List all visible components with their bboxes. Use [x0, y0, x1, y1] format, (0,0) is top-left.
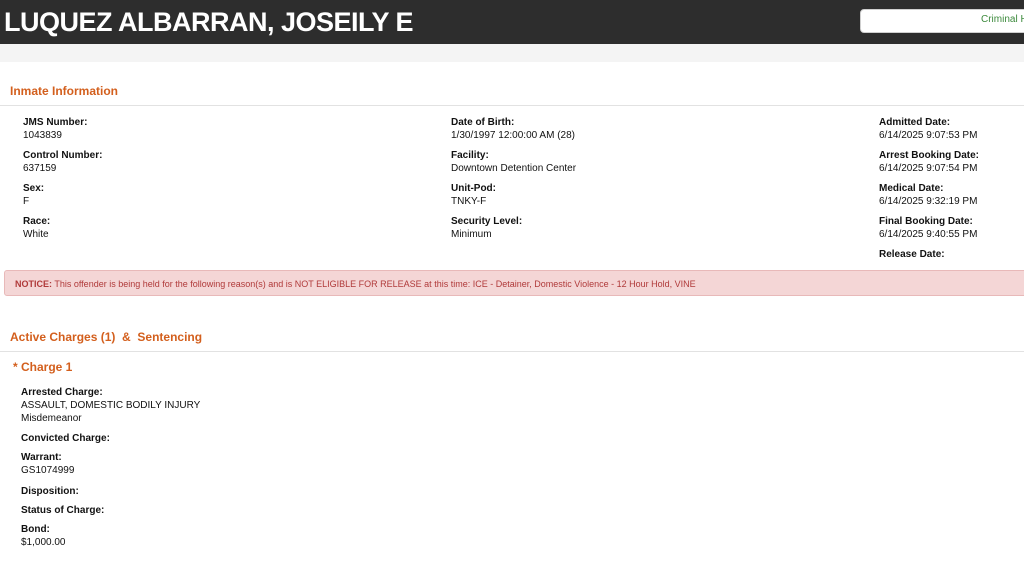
- warrant-label: Warrant:: [21, 452, 62, 463]
- admitted-date-value: 6/14/2025 9:07:53 PM: [879, 130, 978, 141]
- sentencing-label: Sentencing: [137, 330, 203, 344]
- race-value: White: [23, 229, 49, 240]
- charge-heading: * Charge 1: [13, 360, 73, 374]
- unit-pod-value: TNKY-F: [451, 196, 487, 207]
- sex-field: Sex: F: [23, 182, 44, 208]
- bond-value: $1,000.00: [21, 537, 66, 548]
- arrest-booking-date-field: Arrest Booking Date: 6/14/2025 9:07:54 P…: [879, 149, 979, 175]
- convicted-charge-field: Convicted Charge:: [21, 432, 110, 445]
- disposition-field: Disposition:: [21, 485, 79, 498]
- security-level-label: Security Level:: [451, 216, 523, 227]
- control-number-label: Control Number:: [23, 150, 103, 161]
- arrested-charge-field: Arrested Charge: ASSAULT, DOMESTIC BODIL…: [21, 386, 200, 425]
- notice-text: This offender is being held for the foll…: [52, 279, 696, 289]
- facility-value: Downtown Detention Center: [451, 163, 577, 174]
- sub-bar: [0, 44, 1024, 62]
- admitted-date-field: Admitted Date: 6/14/2025 9:07:53 PM: [879, 116, 977, 142]
- inmate-information-title: Inmate Information: [10, 84, 119, 98]
- active-charges-title: Active Charges (1) & Sentencing: [10, 330, 202, 344]
- notice-prefix: NOTICE:: [15, 279, 52, 289]
- dob-field: Date of Birth: 1/30/1997 12:00:00 AM (28…: [451, 116, 575, 142]
- criminal-history-button-label: Criminal H: [981, 14, 1024, 25]
- warrant-value: GS1074999: [21, 465, 75, 476]
- disposition-label: Disposition:: [21, 486, 79, 497]
- dob-label: Date of Birth:: [451, 117, 515, 128]
- arrest-booking-date-label: Arrest Booking Date:: [879, 150, 980, 161]
- facility-field: Facility: Downtown Detention Center: [451, 149, 576, 175]
- active-charges-label: Active Charges (1): [10, 330, 116, 344]
- charges-divider: [0, 351, 1024, 352]
- status-of-charge-field: Status of Charge:: [21, 504, 104, 517]
- final-booking-date-value: 6/14/2025 9:40:55 PM: [879, 229, 978, 240]
- sex-label: Sex:: [23, 183, 45, 194]
- bond-field: Bond: $1,000.00: [21, 523, 66, 549]
- medical-date-field: Medical Date: 6/14/2025 9:32:19 PM: [879, 182, 977, 208]
- arrested-charge-value: ASSAULT, DOMESTIC BODILY INJURY: [21, 400, 201, 411]
- arrest-booking-date-value: 6/14/2025 9:07:54 PM: [879, 163, 978, 174]
- final-booking-date-label: Final Booking Date:: [879, 216, 973, 227]
- release-date-label: Release Date:: [879, 249, 945, 260]
- status-of-charge-label: Status of Charge:: [21, 505, 105, 516]
- bond-label: Bond:: [21, 524, 50, 535]
- section-divider: [0, 105, 1024, 106]
- jms-number-field: JMS Number: 1043839: [23, 116, 87, 142]
- arrested-charge-class: Misdemeanor: [21, 413, 82, 424]
- sex-value: F: [23, 196, 30, 207]
- medical-date-value: 6/14/2025 9:32:19 PM: [879, 196, 978, 207]
- race-field: Race: White: [23, 215, 50, 241]
- final-booking-date-field: Final Booking Date: 6/14/2025 9:40:55 PM: [879, 215, 977, 241]
- release-notice: NOTICE: This offender is being held for …: [4, 270, 1024, 296]
- security-level-value: Minimum: [451, 229, 492, 240]
- race-label: Race:: [23, 216, 51, 227]
- arrested-charge-label: Arrested Charge:: [21, 387, 103, 398]
- control-number-value: 637159: [23, 163, 57, 174]
- unit-pod-field: Unit-Pod: TNKY-F: [451, 182, 496, 208]
- security-level-field: Security Level: Minimum: [451, 215, 522, 241]
- jms-number-value: 1043839: [23, 130, 62, 141]
- criminal-history-button[interactable]: Criminal H: [860, 9, 1024, 33]
- warrant-field: Warrant: GS1074999: [21, 451, 74, 477]
- inmate-name: LUQUEZ ALBARRAN, JOSEILY E: [4, 7, 414, 37]
- ampersand: &: [122, 330, 131, 344]
- medical-date-label: Medical Date:: [879, 183, 944, 194]
- page-header: LUQUEZ ALBARRAN, JOSEILY E Criminal H: [0, 0, 1024, 44]
- control-number-field: Control Number: 637159: [23, 149, 102, 175]
- release-date-field: Release Date:: [879, 248, 945, 261]
- admitted-date-label: Admitted Date:: [879, 117, 951, 128]
- unit-pod-label: Unit-Pod:: [451, 183, 496, 194]
- dob-value: 1/30/1997 12:00:00 AM (28): [451, 130, 575, 141]
- jms-number-label: JMS Number:: [23, 117, 88, 128]
- convicted-charge-label: Convicted Charge:: [21, 433, 110, 444]
- facility-label: Facility:: [451, 150, 489, 161]
